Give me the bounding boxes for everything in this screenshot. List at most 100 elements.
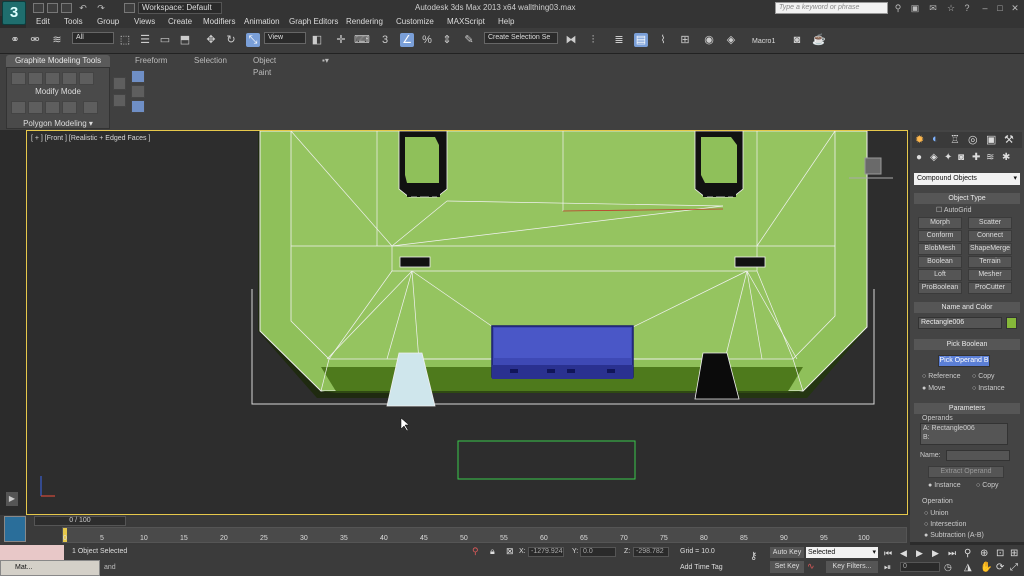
spacewarps-icon[interactable]: ≋ [986,152,994,163]
open-file-icon[interactable] [47,3,58,13]
mirror-icon[interactable]: ⧓ [564,33,578,47]
modify-mode-label[interactable]: Modify Mode [7,87,109,96]
bind-space-warp-icon[interactable]: ≋ [50,33,64,47]
menu-create[interactable]: Create [168,17,192,26]
mesher-button[interactable]: Mesher [968,269,1012,281]
snaps-toggle-icon[interactable]: 3 [378,33,392,47]
search-icon[interactable]: ⚲ [893,3,903,13]
zoom-all-icon[interactable]: ⊕ [980,548,988,559]
scatter-button[interactable]: Scatter [968,217,1012,229]
create-tab-icon[interactable]: ✹ [915,133,924,146]
new-file-icon[interactable] [33,3,44,13]
menu-tools[interactable]: Tools [64,17,83,26]
intersection-radio[interactable]: ○ Intersection [924,521,966,528]
key-mode-toggle-icon[interactable]: ⏯ [884,562,891,573]
subscription-icon[interactable]: ▣ [910,3,920,13]
select-and-link-icon[interactable]: ⚭ [8,33,22,47]
workspace-dropdown[interactable]: Workspace: Default [138,2,222,14]
play-arrow-icon[interactable]: ▶ [6,492,18,506]
goto-end-icon[interactable]: ⏭ [948,548,956,559]
ribbon-tool-icon[interactable] [28,101,43,114]
ribbon-tool-icon[interactable] [113,77,126,90]
ribbon-tool-icon[interactable] [131,70,145,83]
extract-operand-button[interactable]: Extract Operand [928,466,1004,478]
ribbon-tool-icon[interactable] [131,100,145,113]
graphite-toggle-icon[interactable]: ▤ [634,33,648,47]
tab-graphite-modeling-tools[interactable]: Graphite Modeling Tools [6,55,110,67]
connect-button[interactable]: Connect [968,230,1012,242]
x-coordinate-field[interactable]: -1279.924 [528,547,564,557]
maxscript-listener[interactable] [0,545,64,560]
key-mode-dropdown[interactable]: Selected ▾ [806,547,878,558]
macro-icon[interactable]: ◈ [724,33,738,47]
help-icon[interactable]: ? [962,3,972,13]
copy-radio[interactable]: ○ Copy [972,373,995,380]
menu-modifiers[interactable]: Modifiers [203,17,235,26]
set-key-button[interactable]: Set Key [770,561,804,573]
prev-frame-icon[interactable]: ◀ [900,548,907,559]
geometry-icon[interactable]: ● [916,152,922,163]
select-and-rotate-icon[interactable]: ↻ [224,33,238,47]
keyboard-shortcut-icon[interactable]: ⌨ [354,33,370,47]
y-coordinate-field[interactable]: 0.0 [580,547,616,557]
reference-radio[interactable]: ○ Reference [922,373,960,380]
named-selection-sets-dropdown[interactable]: Create Selection Se [484,32,558,44]
angle-snap-icon[interactable]: ∠ [400,33,414,47]
render-icon[interactable]: ☕ [812,33,826,47]
utilities-tab-icon[interactable]: ⚒ [1004,133,1014,146]
blobmesh-button[interactable]: BlobMesh [918,243,962,255]
project-folder-icon[interactable] [124,3,135,13]
menu-group[interactable]: Group [97,17,119,26]
time-config-icon[interactable]: ◷ [944,562,952,573]
z-coordinate-field[interactable]: -298.782 [633,547,669,557]
menu-graph-editors[interactable]: Graph Editors [289,17,338,26]
ribbon-tool-icon[interactable] [45,72,60,85]
save-file-icon[interactable] [61,3,72,13]
communication-center-icon[interactable]: ✉ [928,3,938,13]
reference-coordinate-dropdown[interactable]: View [264,32,306,44]
subtraction-radio[interactable]: ● Subtraction (A-B) [924,532,984,539]
operand-b-item[interactable]: B: [923,434,930,441]
rectangular-selection-icon[interactable]: ▭ [158,33,172,47]
render-setup-icon[interactable]: ◙ [790,33,804,47]
set-key-icon[interactable]: ⚷ [750,551,757,562]
field-of-view-icon[interactable]: ◮ [964,562,972,573]
ribbon-tool-icon[interactable] [113,94,126,107]
layer-manager-icon[interactable]: ≣ [612,33,626,47]
select-object-icon[interactable]: ⬚ [118,33,132,47]
menu-rendering[interactable]: Rendering [346,17,383,26]
select-by-name-icon[interactable]: ☰ [138,33,152,47]
helpers-icon[interactable]: ✚ [972,152,980,163]
operands-list[interactable]: A: Rectangle006 B: [920,423,1008,445]
ribbon-tool-icon[interactable] [11,72,26,85]
cameras-icon[interactable]: ◙ [958,152,964,163]
mini-listener-icon[interactable] [4,516,26,542]
procutter-button[interactable]: ProCutter [968,282,1012,294]
align-icon[interactable]: ⫶ [586,33,600,47]
shapes-icon[interactable]: ◈ [930,152,938,163]
help-search-input[interactable]: Type a keyword or phrase [775,2,888,14]
auto-key-button[interactable]: Auto Key [770,547,804,558]
tab-object-paint[interactable]: Object Paint [253,55,276,77]
select-and-scale-icon[interactable]: ⤡ [246,33,260,47]
maximize-viewport-icon[interactable]: ⤢ [1010,562,1018,573]
time-slider[interactable]: 0 / 100 [34,516,126,526]
isolate-icon[interactable]: ⚲ [472,546,479,557]
minimize-icon[interactable]: – [980,3,990,13]
unlink-icon[interactable]: ⚮ [28,33,42,47]
trackbar[interactable]: 0 5 10 15 20 25 30 35 40 45 50 55 60 65 … [62,527,907,543]
menu-edit[interactable]: Edit [36,17,50,26]
object-name-input[interactable]: Rectangle006 [918,317,1002,329]
ribbon-tool-icon[interactable] [28,72,43,85]
menu-customize[interactable]: Customize [396,17,434,26]
operand-a-item[interactable]: A: Rectangle006 [923,425,975,432]
menu-animation[interactable]: Animation [244,17,280,26]
ribbon-options-icon[interactable]: ▪▾ [322,55,329,67]
parameters-rollout[interactable]: Parameters [914,403,1020,414]
key-curve-icon[interactable]: ∿ [807,561,815,572]
taskbar-item[interactable]: Mat... [0,560,100,576]
category-dropdown[interactable]: Compound Objects ▾ [914,173,1020,185]
selection-filter-dropdown[interactable]: All [72,32,114,44]
systems-icon[interactable]: ✱ [1002,152,1010,163]
viewport-front[interactable]: [ + ] [Front ] [Realistic + Edged Faces … [26,130,908,515]
